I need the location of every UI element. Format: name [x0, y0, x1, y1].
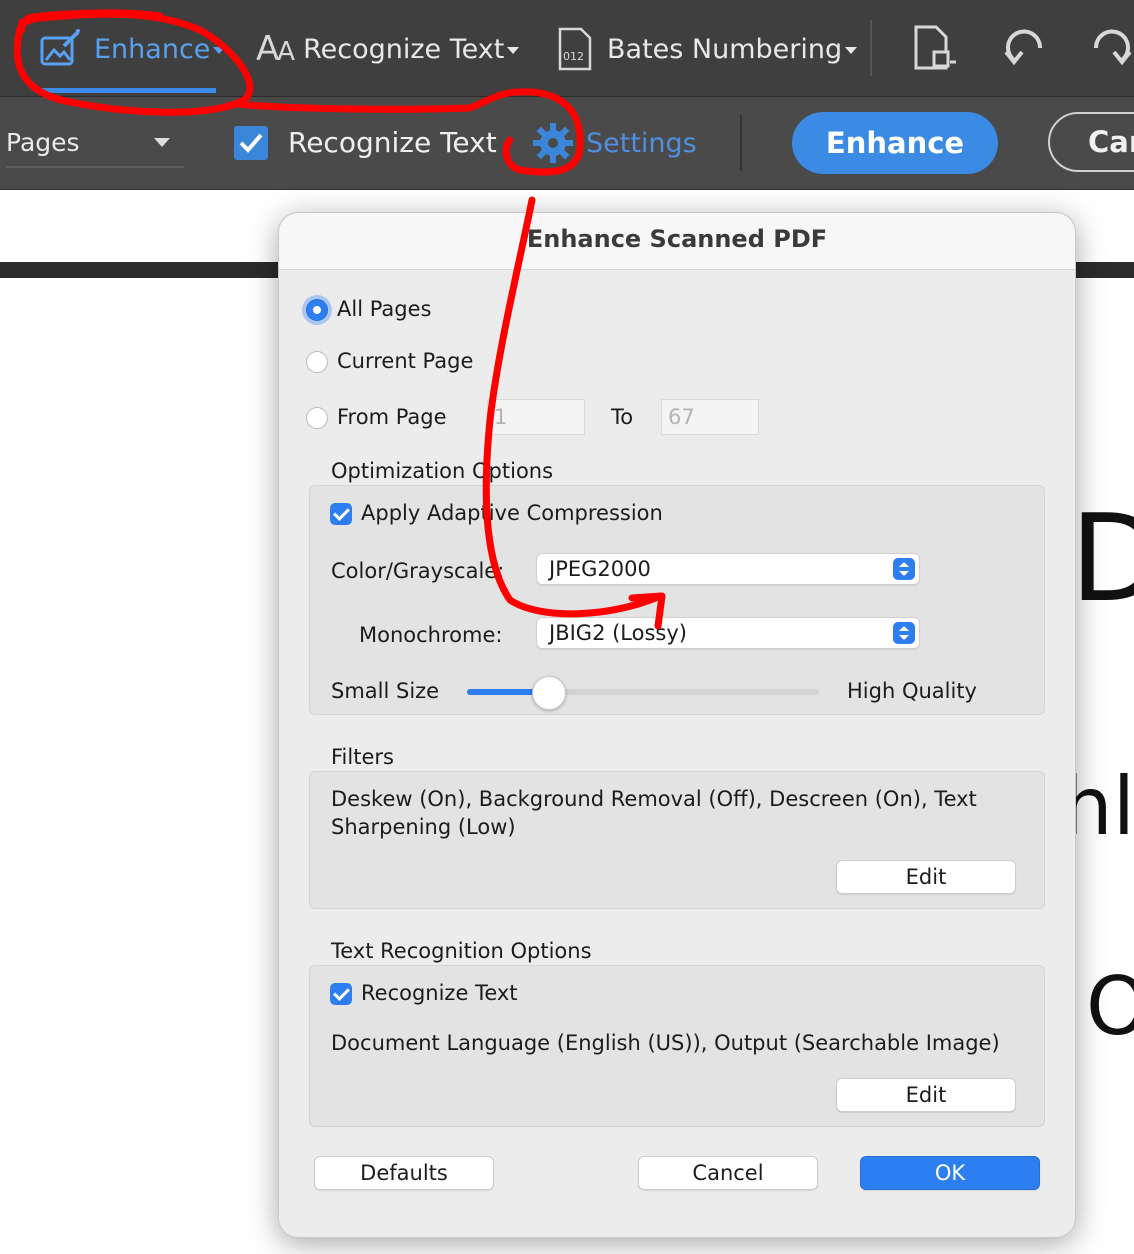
- undo-icon[interactable]: [1000, 24, 1048, 72]
- optimization-heading: Optimization Options: [331, 459, 554, 483]
- enhance-icon: [40, 29, 80, 66]
- checkmark-icon: [239, 133, 263, 153]
- stepper-icon: [893, 622, 915, 644]
- color-grayscale-label: Color/Grayscale:: [331, 559, 505, 583]
- filters-edit-button[interactable]: Edit: [836, 860, 1016, 894]
- enhance-scanned-pdf-dialog: Enhance Scanned PDF All Pages Current Pa…: [278, 212, 1076, 1238]
- divider: [279, 269, 1075, 270]
- recognize-text-label: Recognize Text: [288, 126, 497, 159]
- ok-button[interactable]: OK: [860, 1156, 1040, 1190]
- settings-label: Settings: [586, 127, 697, 159]
- pages-select[interactable]: Pages: [6, 128, 184, 168]
- chevron-down-icon: [213, 46, 226, 54]
- enhance-menu-label: Enhance: [94, 33, 211, 65]
- enhance-menu[interactable]: Enhance: [38, 22, 226, 76]
- recognize-text-checkbox[interactable]: [234, 126, 268, 160]
- monochrome-select[interactable]: JBIG2 (Lossy): [536, 617, 920, 649]
- text-icon: AA: [256, 29, 295, 69]
- high-quality-label: High Quality: [847, 679, 977, 703]
- from-page-radio[interactable]: [306, 407, 328, 429]
- chevron-down-icon: [845, 46, 858, 54]
- enhance-button[interactable]: Enhance: [792, 112, 998, 174]
- to-label: To: [611, 405, 634, 429]
- current-page-radio[interactable]: [306, 351, 328, 373]
- monochrome-value: JBIG2 (Lossy): [549, 621, 687, 645]
- redo-icon[interactable]: [1088, 24, 1134, 72]
- color-grayscale-value: JPEG2000: [549, 557, 651, 581]
- cancel-button[interactable]: Cancel: [638, 1156, 818, 1190]
- chevron-down-icon: [154, 138, 170, 147]
- adaptive-compression-checkbox[interactable]: [330, 503, 352, 525]
- settings-button[interactable]: Settings: [532, 122, 697, 164]
- bates-icon: 012: [558, 27, 592, 71]
- toolbar-divider: [870, 20, 872, 76]
- recognize-text-checkbox[interactable]: [330, 983, 352, 1005]
- small-size-label: Small Size: [331, 679, 440, 703]
- recognize-text-menu[interactable]: AA Recognize Text: [256, 22, 520, 76]
- text-recognition-edit-button[interactable]: Edit: [836, 1078, 1016, 1112]
- text-recognition-summary: Document Language (English (US)), Output…: [331, 1031, 1000, 1055]
- recognize-text-label: Recognize Text: [361, 981, 518, 1005]
- pages-select-label: Pages: [6, 128, 80, 157]
- svg-text:012: 012: [563, 50, 584, 63]
- from-page-input[interactable]: 1: [487, 399, 585, 435]
- recognize-text-menu-label: Recognize Text: [303, 33, 505, 65]
- cancel-button-toolbar[interactable]: Car: [1048, 112, 1134, 172]
- active-tab-indicator: [38, 88, 216, 93]
- all-pages-radio[interactable]: [306, 299, 328, 321]
- text-recognition-heading: Text Recognition Options: [331, 939, 592, 963]
- document-text-fragment: O: [1086, 960, 1134, 1053]
- bates-numbering-menu[interactable]: 012 Bates Numbering: [557, 22, 858, 76]
- monochrome-label: Monochrome:: [359, 623, 503, 647]
- adaptive-compression-label: Apply Adaptive Compression: [361, 501, 663, 525]
- bates-numbering-menu-label: Bates Numbering: [607, 33, 843, 65]
- gear-icon: [533, 123, 573, 163]
- page-icon[interactable]: [910, 24, 958, 72]
- color-grayscale-select[interactable]: JPEG2000: [536, 553, 920, 585]
- document-text-fragment: D: [1070, 490, 1134, 629]
- filters-summary: Deskew (On), Background Removal (Off), D…: [331, 787, 977, 839]
- from-page-label: From Page: [337, 405, 447, 429]
- current-page-label: Current Page: [337, 349, 474, 373]
- quality-slider-knob[interactable]: [531, 676, 566, 710]
- defaults-button[interactable]: Defaults: [314, 1156, 494, 1190]
- dialog-title: Enhance Scanned PDF: [526, 225, 828, 253]
- quality-slider[interactable]: [467, 676, 819, 710]
- to-page-input[interactable]: 67: [661, 399, 759, 435]
- stepper-icon: [893, 558, 915, 580]
- all-pages-label: All Pages: [337, 297, 432, 321]
- toolbar-divider: [740, 115, 742, 171]
- filters-heading: Filters: [331, 745, 394, 769]
- chevron-down-icon: [507, 46, 520, 54]
